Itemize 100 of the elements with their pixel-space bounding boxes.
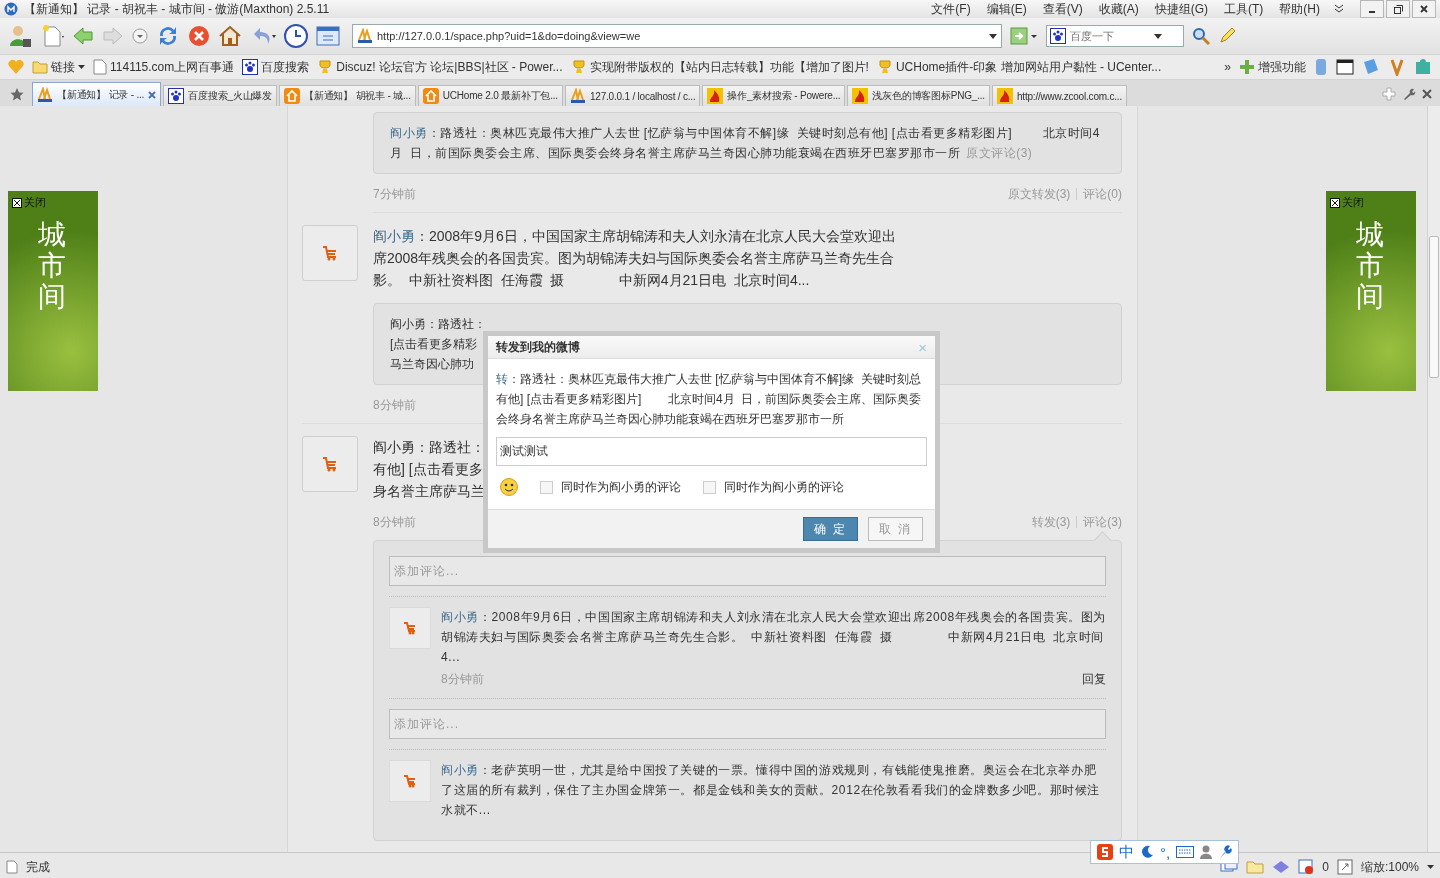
caret-icon (78, 65, 85, 69)
menu-item[interactable]: 文件(F) (923, 0, 979, 18)
page-icon (93, 59, 107, 75)
checkbox[interactable] (703, 480, 716, 494)
flame-logo-icon (707, 88, 724, 104)
menu-item[interactable]: 快捷组(G) (1146, 0, 1216, 18)
post-time: 8分钟前 (373, 396, 416, 414)
home-icon[interactable] (218, 24, 242, 48)
zoom-icon[interactable] (1336, 859, 1353, 875)
more-bookmarks-button[interactable]: » (1224, 60, 1231, 74)
avatar[interactable] (389, 607, 431, 649)
search-field[interactable]: 百度一下 (1070, 30, 1150, 42)
address-field[interactable]: http://127.0.0.1/space.php?uid=1&do=doing&view=we (352, 24, 1002, 48)
pma-logo-icon (569, 88, 586, 104)
author-link[interactable]: 阎小勇 (441, 610, 479, 624)
window-switch-icon[interactable] (316, 25, 340, 47)
caret-icon[interactable] (1427, 865, 1434, 869)
author-link[interactable]: 阎小勇 (441, 763, 479, 777)
bookmark-item[interactable]: 百度搜索 (242, 58, 310, 76)
author-link[interactable]: 阎小勇 (373, 228, 415, 244)
caret-icon (1154, 33, 1162, 39)
bookmark-item[interactable]: UCHome插件-印象 增加网站用户黏性 - UCenter... (876, 58, 1162, 76)
smiley-icon[interactable] (500, 478, 518, 496)
repost-input[interactable]: 测试测试 (496, 437, 927, 466)
trophy-icon (317, 59, 334, 75)
banner-title: 城市间 (38, 220, 66, 313)
comment-input[interactable]: 添加评论... (389, 556, 1106, 586)
browser-tab[interactable]: 127.0.0.1 / localhost / c... (564, 85, 701, 106)
status-text: 完成 (26, 858, 51, 876)
bookmark-folder[interactable]: 链接 (32, 58, 85, 76)
menu-item[interactable]: 收藏(A) (1090, 0, 1147, 18)
search-icon[interactable] (1192, 27, 1210, 45)
restore-button[interactable] (1386, 0, 1410, 18)
browser-tab[interactable]: 操作_素材搜索 - Powere... (702, 85, 846, 106)
back-arrow-icon[interactable] (72, 25, 94, 47)
sogou-logo-icon[interactable] (1097, 844, 1113, 860)
banner-close-button[interactable]: 关闭 (1326, 191, 1416, 214)
menu-item[interactable]: 编辑(E) (978, 0, 1035, 18)
ime-mode[interactable]: 中 (1119, 842, 1134, 862)
new-page-icon[interactable] (40, 24, 64, 48)
moon-icon[interactable] (1140, 845, 1154, 859)
avatar[interactable] (302, 436, 358, 492)
plugin-button[interactable]: 增强功能 (1239, 58, 1306, 76)
comment-text: 阎小勇：老萨英明一世，尤其是给中国投了关键的一票。懂得中国的游戏规则，有钱能使鬼推磨。奥运会在北京举办肥了这届的所有裁判，保住了主办国金牌第一。都是金钱和美女的贡献。2012在伦敦看看我们的金牌数多少吧。那时候注水就不... (441, 762, 1102, 819)
menu-item[interactable]: 查看(V) (1034, 0, 1091, 18)
confirm-button[interactable]: 确 定 (803, 517, 858, 541)
user-icon[interactable] (8, 24, 32, 48)
scrollbar-thumb[interactable] (1429, 236, 1439, 378)
minimize-button[interactable] (1360, 0, 1384, 18)
wrench-icon[interactable] (1218, 845, 1233, 859)
close-button[interactable] (1412, 0, 1436, 18)
post-text-line: 阎小勇：路透社： (373, 438, 485, 457)
post-text-line: 有他] [点击看更多 (373, 460, 483, 479)
clock-icon[interactable] (284, 24, 308, 48)
checkbox[interactable] (540, 480, 553, 494)
zoom-level[interactable]: 缩放:100% (1360, 858, 1419, 876)
checkbox-label[interactable]: 同时作为阎小勇的评论 (724, 478, 844, 496)
ime-punctuation[interactable]: °, (1160, 843, 1171, 861)
checkbox-label[interactable]: 同时作为阎小勇的评论 (561, 478, 681, 496)
menu-item[interactable]: 工具(T) (1216, 0, 1272, 18)
dialog-title: 转发到我的微博 (496, 338, 580, 356)
star-icon[interactable] (10, 87, 24, 101)
bookmark-item[interactable]: 实现附带版权的【站内日志转载】功能【增加了图片! (570, 58, 869, 76)
bookmark-item[interactable]: Discuz! 论坛官方 论坛|BBS|社区 - Power... (317, 58, 563, 76)
post-time: 8分钟前 (373, 513, 416, 531)
go-icon[interactable] (1010, 27, 1038, 45)
comment-input[interactable]: 添加评论... (389, 709, 1106, 739)
close-icon[interactable] (1422, 89, 1432, 99)
post-text: 阎小勇：2008年9月6日，中国国家主席胡锦涛和夫人刘永清在北京人民大会堂欢迎出席2008年残奥会的各国贵宾。图为胡锦涛夫妇与国际奥委会名誉主席萨马兰奇先生合影。 中新社资料图 任海霞 摄 中新网4月21日电 北京时间4... (373, 227, 897, 290)
search-box[interactable]: 百度一下 (1046, 25, 1184, 47)
flame-logo-icon (852, 88, 869, 104)
browser-tab[interactable]: 百度搜索_火山爆发 (163, 85, 277, 106)
author-link[interactable]: 阎小勇 (390, 126, 428, 140)
page-icon (6, 860, 18, 874)
popup-blocker-icon[interactable] (1298, 859, 1315, 875)
bookmark-item[interactable]: 114115.com上网百事通 (93, 58, 235, 76)
stop-icon[interactable] (188, 25, 210, 47)
reply-link[interactable]: 回复 (1082, 671, 1106, 688)
browser-tab[interactable]: http://www.zcool.com.c... (991, 85, 1127, 106)
browser-tab[interactable]: 【新通知】 胡祝丰 - 城... (278, 85, 416, 106)
user-icon[interactable] (1200, 845, 1213, 859)
avatar[interactable] (389, 760, 431, 802)
pen-icon[interactable] (1218, 27, 1236, 45)
quote-text-line: 马兰奇因心肺功 (390, 356, 474, 373)
restore-icon (1393, 4, 1403, 14)
quote-text: 阎小勇：路透社：奥林匹克最伟大推广人去世 [忆萨翁与中国体育不解]缘 关键时刻总有他] [点击看更多精彩图片] 北京时间4月 日，前国际奥委会主席、国际奥委会终身名誉主席萨马兰奇因心肺功能衰竭在西班牙巴塞罗那市一所 原文评论(3) (390, 125, 1101, 162)
browser-tab[interactable]: 浅灰色的博客图标PNG_... (847, 85, 990, 106)
browser-tab[interactable]: 【新通知】 记录 - ... (32, 82, 162, 106)
post-time: 7分钟前 (373, 185, 416, 203)
dropdown-circle-icon[interactable] (132, 28, 148, 44)
window-icon[interactable] (1336, 59, 1354, 75)
menu-item[interactable]: 帮助(H) (1271, 0, 1328, 18)
banner-close-button[interactable]: 关闭 (8, 191, 98, 214)
close-tab-icon[interactable] (148, 90, 157, 99)
keyboard-icon[interactable] (1176, 846, 1195, 858)
avatar[interactable] (302, 225, 358, 281)
close-icon (1420, 5, 1428, 13)
chevron-down-icon[interactable] (1334, 4, 1344, 14)
browser-tab[interactable]: UCHome 2.0 最新补丁包... (417, 85, 563, 106)
wrench-icon[interactable] (1402, 87, 1416, 101)
